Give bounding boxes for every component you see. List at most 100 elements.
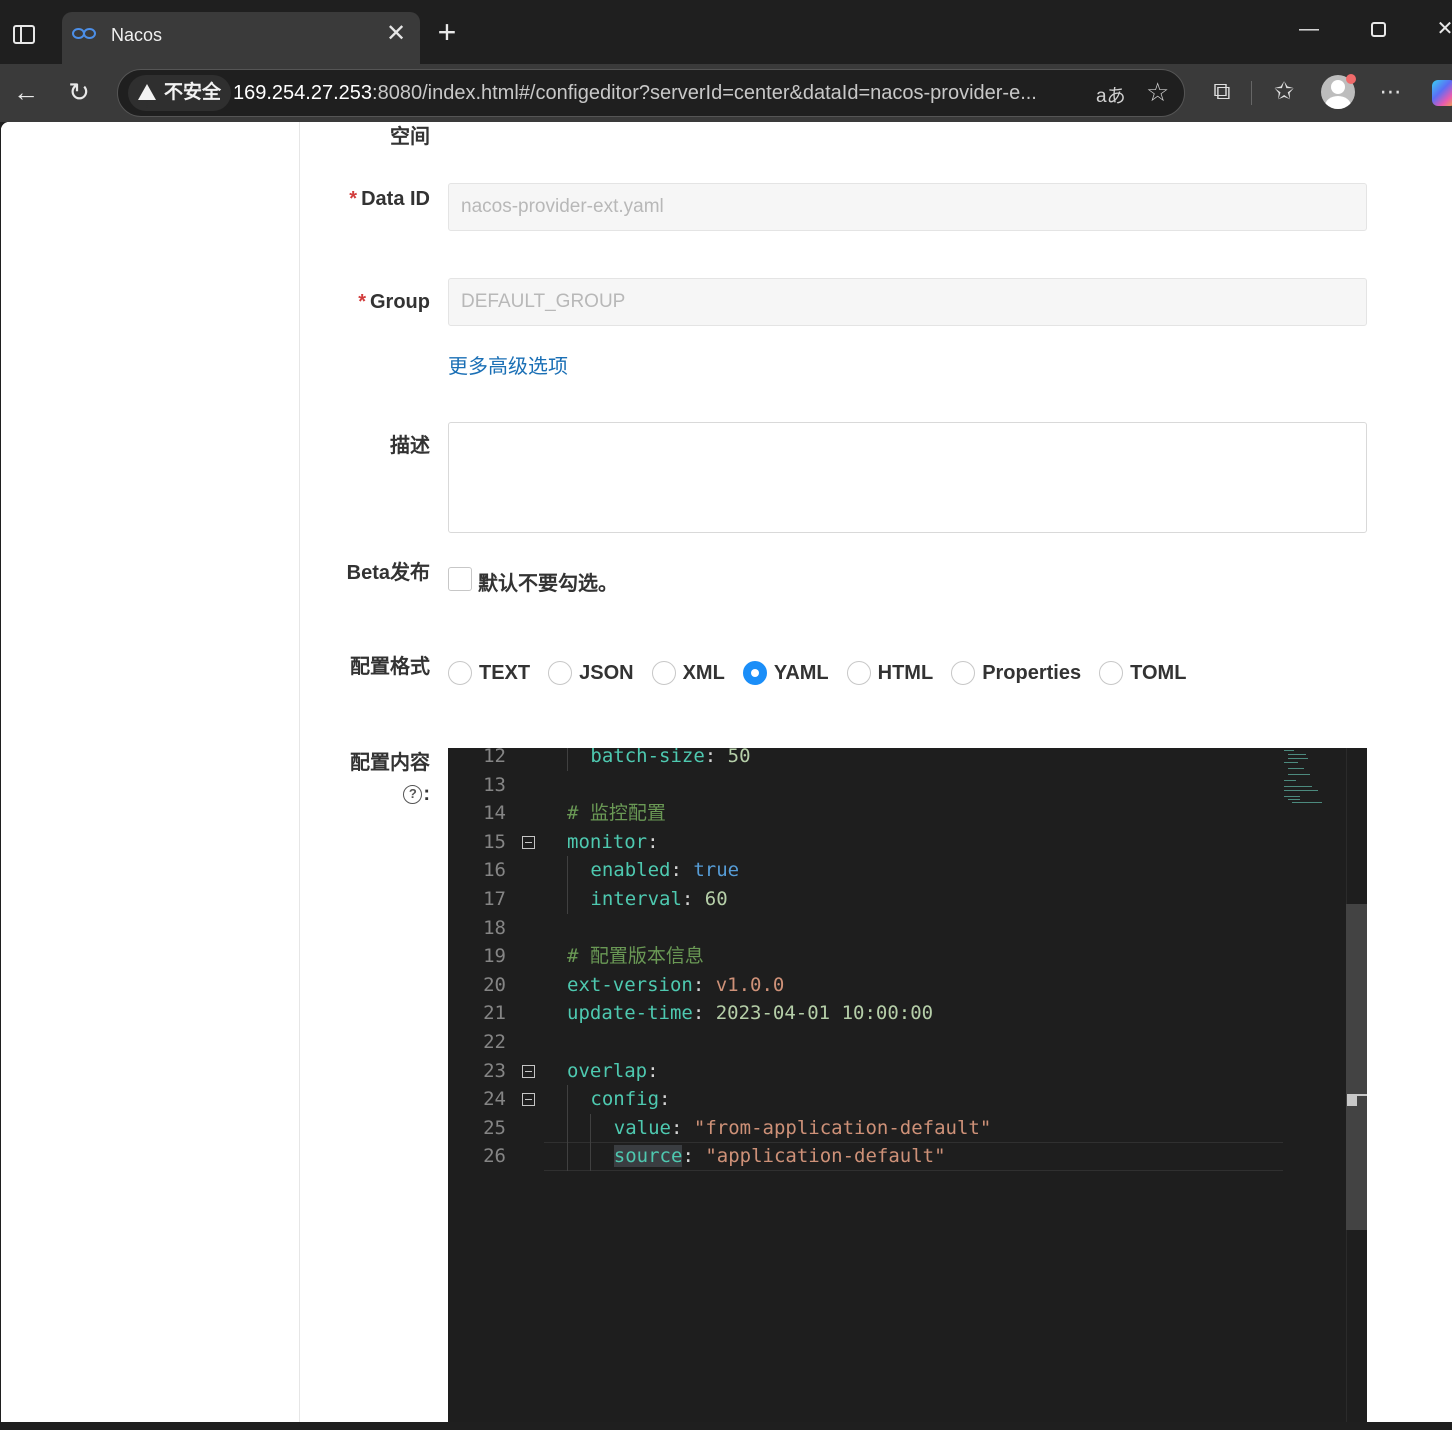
data-id-label: * Data ID — [349, 188, 430, 210]
browser-tab-bar: Nacos ✕ + — ✕ — [0, 0, 1452, 64]
extensions-icon[interactable]: ⧉ — [1206, 76, 1238, 108]
code-colon: : — [692, 1002, 716, 1025]
advanced-options-link[interactable]: 更多高级选项 — [448, 350, 568, 379]
code-line[interactable]: 23 overlap: — [448, 1057, 1283, 1086]
code-line[interactable]: 15 monitor: — [448, 828, 1283, 857]
tab-actions-icon[interactable] — [10, 20, 40, 50]
beta-checkbox[interactable] — [448, 567, 472, 591]
window-minimize-icon[interactable]: — — [1294, 14, 1324, 44]
code-line[interactable]: 24 config: — [448, 1085, 1283, 1114]
code-text: enabled: true — [590, 856, 739, 885]
toolbar-divider — [1251, 81, 1252, 105]
code-text: # 监控配置 — [567, 799, 666, 828]
editor-scrollbar-thumb[interactable] — [1346, 904, 1367, 1230]
line-number: 13 — [483, 773, 506, 796]
browser-tab[interactable]: Nacos ✕ — [62, 12, 420, 64]
code-key: update-time — [567, 1002, 693, 1025]
code-text: overlap: — [567, 1057, 659, 1086]
indent-guide — [567, 856, 568, 885]
line-number: 17 — [483, 888, 506, 910]
fold-toggle-icon[interactable] — [522, 1064, 535, 1078]
fold-toggle-icon[interactable] — [522, 1093, 535, 1107]
code-key: enabled — [590, 859, 671, 882]
code-line[interactable]: 22 — [448, 1028, 1283, 1057]
more-menu-icon[interactable]: ⋯ — [1375, 76, 1407, 108]
code-value: "application-default" — [705, 1145, 946, 1168]
format-radio-label: Properties — [982, 661, 1082, 684]
code-text: batch-size: 50 — [590, 748, 750, 771]
address-bar[interactable]: 不安全 169.254.27.253:8080/index.html#/conf… — [117, 69, 1185, 123]
reload-icon[interactable]: ↻ — [63, 76, 95, 108]
code-text: value: "from-application-default" — [614, 1114, 992, 1143]
fold-toggle-icon[interactable] — [522, 835, 535, 849]
data-id-input[interactable]: nacos-provider-ext.yaml — [448, 183, 1367, 231]
read-aloud-icon[interactable]: aあ — [1096, 81, 1126, 108]
code-line[interactable]: 25 value: "from-application-default" — [448, 1113, 1283, 1143]
tab-close-icon[interactable]: ✕ — [384, 22, 408, 46]
description-label: 描述 — [390, 435, 430, 457]
nacos-favicon-icon — [72, 26, 100, 42]
code-line[interactable]: 17 interval: 60 — [448, 885, 1283, 914]
format-radio-yaml[interactable]: YAML — [742, 661, 829, 685]
code-key: source — [613, 1145, 683, 1168]
code-line[interactable]: 20 ext-version: v1.0.0 — [448, 971, 1283, 1000]
warning-icon — [138, 84, 156, 123]
indent-guide — [567, 1085, 568, 1114]
radio-circle-icon[interactable] — [448, 661, 472, 685]
help-circle-icon[interactable]: ? — [403, 785, 423, 804]
code-line[interactable]: 12 batch-size: 50 — [448, 748, 1283, 771]
code-colon: : — [692, 973, 716, 996]
new-tab-icon[interactable]: + — [432, 16, 462, 48]
editor-minimap[interactable] — [1284, 748, 1344, 808]
copilot-icon[interactable] — [1432, 80, 1452, 106]
namespace-label: 空间 — [390, 126, 430, 148]
page-content: 空间 * Data ID nacos-provider-ext.yaml * Gro… — [1, 122, 1452, 1422]
beta-checkbox-label: 默认不要勾选。 — [478, 573, 618, 595]
code-line[interactable]: 19 # 配置版本信息 — [448, 942, 1283, 971]
code-editor[interactable]: 12 batch-size: 50 13 14 # 监控配置 15 monitor: 16 en… — [448, 748, 1367, 1422]
line-number: 18 — [483, 916, 506, 939]
format-label: 配置格式 — [350, 656, 430, 678]
code-line[interactable]: 18 — [448, 914, 1283, 943]
security-indicator[interactable]: 不安全 — [128, 75, 232, 123]
radio-circle-icon[interactable] — [548, 661, 573, 685]
radio-circle-icon[interactable] — [846, 661, 871, 685]
code-line[interactable]: 16 enabled: true — [448, 856, 1283, 885]
format-radio-label: TEXT — [479, 661, 531, 684]
window-maximize-icon[interactable] — [1363, 14, 1393, 44]
url-text[interactable]: 169.254.27.253:8080/index.html#/configed… — [233, 82, 1083, 105]
format-radio-text[interactable]: TEXT — [448, 661, 530, 685]
back-arrow-icon[interactable]: ← — [10, 76, 42, 108]
description-textarea[interactable] — [448, 422, 1367, 533]
group-input[interactable]: DEFAULT_GROUP — [448, 278, 1367, 326]
code-line[interactable]: 14 # 监控配置 — [448, 799, 1283, 828]
line-number: 20 — [483, 973, 506, 996]
radio-circle-icon[interactable] — [1099, 661, 1124, 685]
indent-guide — [590, 1113, 592, 1143]
code-line[interactable]: 13 — [448, 771, 1283, 800]
format-radio-toml[interactable]: TOML — [1099, 661, 1186, 685]
radio-circle-icon[interactable] — [951, 661, 976, 685]
line-number: 21 — [483, 1002, 506, 1025]
radio-circle-icon[interactable] — [651, 661, 676, 685]
format-radio-group: TEXT JSON XML YAML HTML Properties TOML — [448, 661, 1204, 691]
radio-circle-icon[interactable] — [742, 661, 767, 685]
code-value: true — [693, 859, 740, 882]
format-radio-html[interactable]: HTML — [846, 661, 933, 685]
window-close-icon[interactable]: ✕ — [1430, 14, 1452, 44]
code-text: ext-version: v1.0.0 — [567, 971, 784, 1000]
format-radio-xml[interactable]: XML — [651, 661, 725, 685]
code-colon: : — [647, 830, 659, 853]
code-line[interactable]: 21 update-time: 2023-04-01 10:00:00 — [448, 999, 1283, 1028]
line-number: 14 — [483, 802, 506, 825]
code-colon: : — [681, 888, 705, 910]
code-line[interactable]: 26 source: "application-default" — [448, 1142, 1283, 1171]
format-radio-label: TOML — [1130, 661, 1187, 684]
tab-title: Nacos — [111, 25, 163, 45]
format-radio-properties[interactable]: Properties — [951, 661, 1081, 685]
indent-guide — [567, 748, 568, 771]
format-radio-json[interactable]: JSON — [548, 661, 634, 685]
format-radio-label: YAML — [773, 661, 829, 684]
favorites-icon[interactable]: ✩ — [1268, 76, 1300, 108]
favorite-star-icon[interactable]: ☆ — [1146, 77, 1169, 108]
